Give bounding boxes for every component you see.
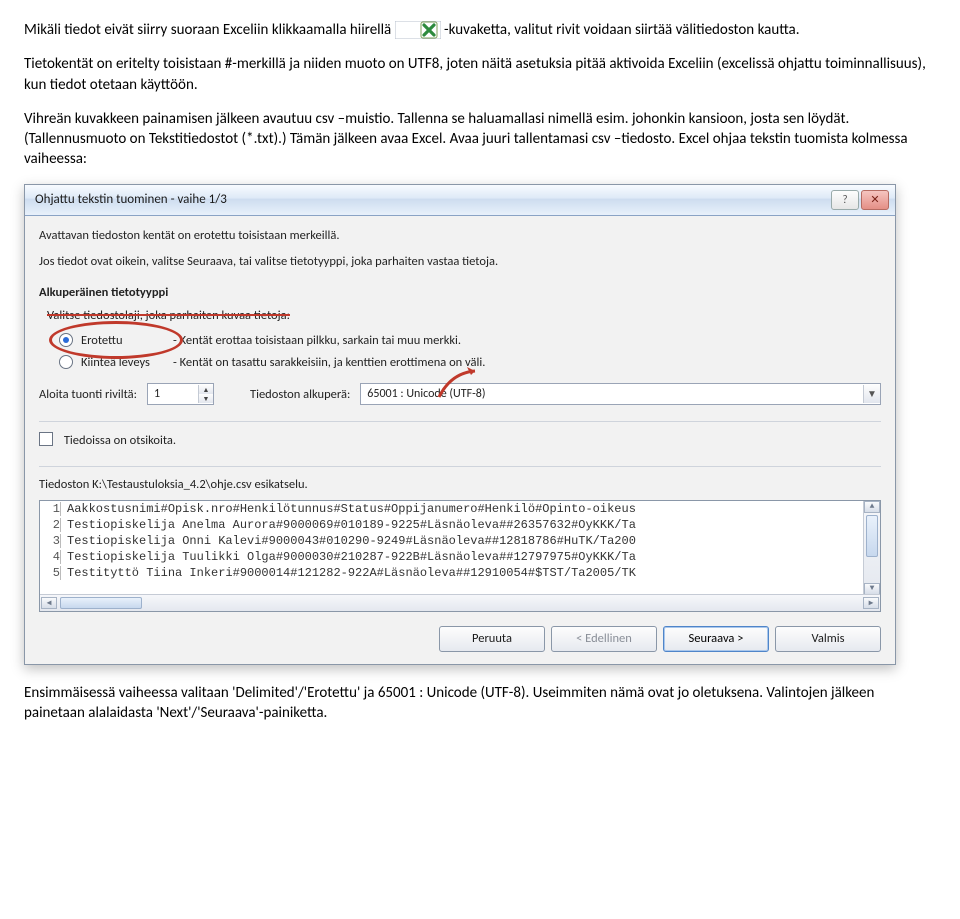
chevron-up-icon[interactable]: ▲ [199,385,213,394]
text-import-wizard-dialog: Ohjattu tekstin tuominen - vaihe 1/3 ? ✕… [24,184,896,665]
scroll-thumb[interactable] [866,515,878,557]
p1-part-b: -kuvaketta, valitut rivit voidaan siirtä… [444,21,799,39]
preview-line: Testiopiskelija Anelma Aurora#9000069#01… [67,518,636,532]
doc-paragraph-3: Vihreän kuvakkeen painamisen jälkeen ava… [24,109,936,170]
divider [39,421,881,422]
file-origin-dropdown[interactable]: 65001 : Unicode (UTF-8) ▼ [360,383,881,405]
chooser-prompt: Valitse tiedostolaji, joka parhaiten kuv… [47,308,881,325]
next-button[interactable]: Seuraava > [663,626,769,652]
scroll-thumb[interactable] [60,597,142,609]
radio-delimited-label: Erotettu [81,333,173,348]
preview-line: Testiopiskelija Onni Kalevi#9000043#0102… [67,534,636,548]
dialog-intro: Avattavan tiedoston kentät on erotettu t… [39,228,881,245]
dialog-subtext: Jos tiedot ovat oikein, valitse Seuraava… [39,254,881,271]
close-button[interactable]: ✕ [861,190,889,210]
group-title: Alkuperäinen tietotyyppi [39,285,881,302]
vertical-scrollbar[interactable]: ▲ ▼ [863,501,880,595]
start-row-label: Aloita tuonti riviltä: [39,387,137,402]
radio-icon [59,333,73,347]
back-button[interactable]: < Edellinen [551,626,657,652]
finish-button[interactable]: Valmis [775,626,881,652]
start-row-value: 1 [148,387,198,401]
start-row-spinner[interactable]: 1 ▲▼ [147,383,214,405]
cancel-button[interactable]: Peruuta [439,626,545,652]
divider [39,466,881,467]
headers-checkbox[interactable] [39,432,53,446]
radio-delimited-desc: - Kentät erottaa toisistaan pilkku, sark… [173,333,461,348]
excel-export-icon [395,21,441,39]
radio-fixed-desc: - Kentät on tasattu sarakkeisiin, ja ken… [173,355,485,370]
doc-paragraph-2: Tietokentät on eritelty toisistaan #-mer… [24,54,936,95]
doc-paragraph-4: Ensimmäisessä vaiheessa valitaan 'Delimi… [24,683,936,724]
headers-checkbox-label: Tiedoissa on otsikoita. [64,433,176,448]
preview-line: Testiopiskelija Tuulikki Olga#9000030#21… [67,550,636,564]
preview-box: 1Aakkostusnimi#Opisk.nro#Henkilötunnus#S… [39,500,881,612]
preview-line: Aakkostusnimi#Opisk.nro#Henkilötunnus#St… [67,502,636,516]
preview-label: Tiedoston K:\Testaustuloksia_4.2\ohje.cs… [39,477,881,494]
file-origin-label: Tiedoston alkuperä: [250,387,350,402]
radio-delimited[interactable]: Erotettu - Kentät erottaa toisistaan pil… [59,329,881,351]
radio-fixed-label: Kiinteä leveys [81,355,173,370]
doc-paragraph-1: Mikäli tiedot eivät siirry suoraan Excel… [24,20,936,40]
scroll-right-icon[interactable]: ▶ [863,597,879,609]
radio-icon [59,355,73,369]
chevron-down-icon[interactable]: ▼ [863,385,880,403]
file-origin-value: 65001 : Unicode (UTF-8) [361,387,863,401]
scroll-up-icon[interactable]: ▲ [864,501,880,513]
horizontal-scrollbar[interactable]: ◀ ▶ [40,594,880,611]
preview-line: Testityttö Tiina Inkeri#9000014#121282-9… [67,566,636,580]
dialog-title: Ohjattu tekstin tuominen - vaihe 1/3 [35,192,227,207]
radio-fixed-width[interactable]: Kiinteä leveys - Kentät on tasattu sarak… [59,351,881,373]
chevron-down-icon[interactable]: ▼ [199,394,213,403]
p1-part-a: Mikäli tiedot eivät siirry suoraan Excel… [24,21,395,39]
dialog-titlebar: Ohjattu tekstin tuominen - vaihe 1/3 ? ✕ [25,185,895,216]
help-button[interactable]: ? [831,190,859,210]
scroll-left-icon[interactable]: ◀ [41,597,57,609]
